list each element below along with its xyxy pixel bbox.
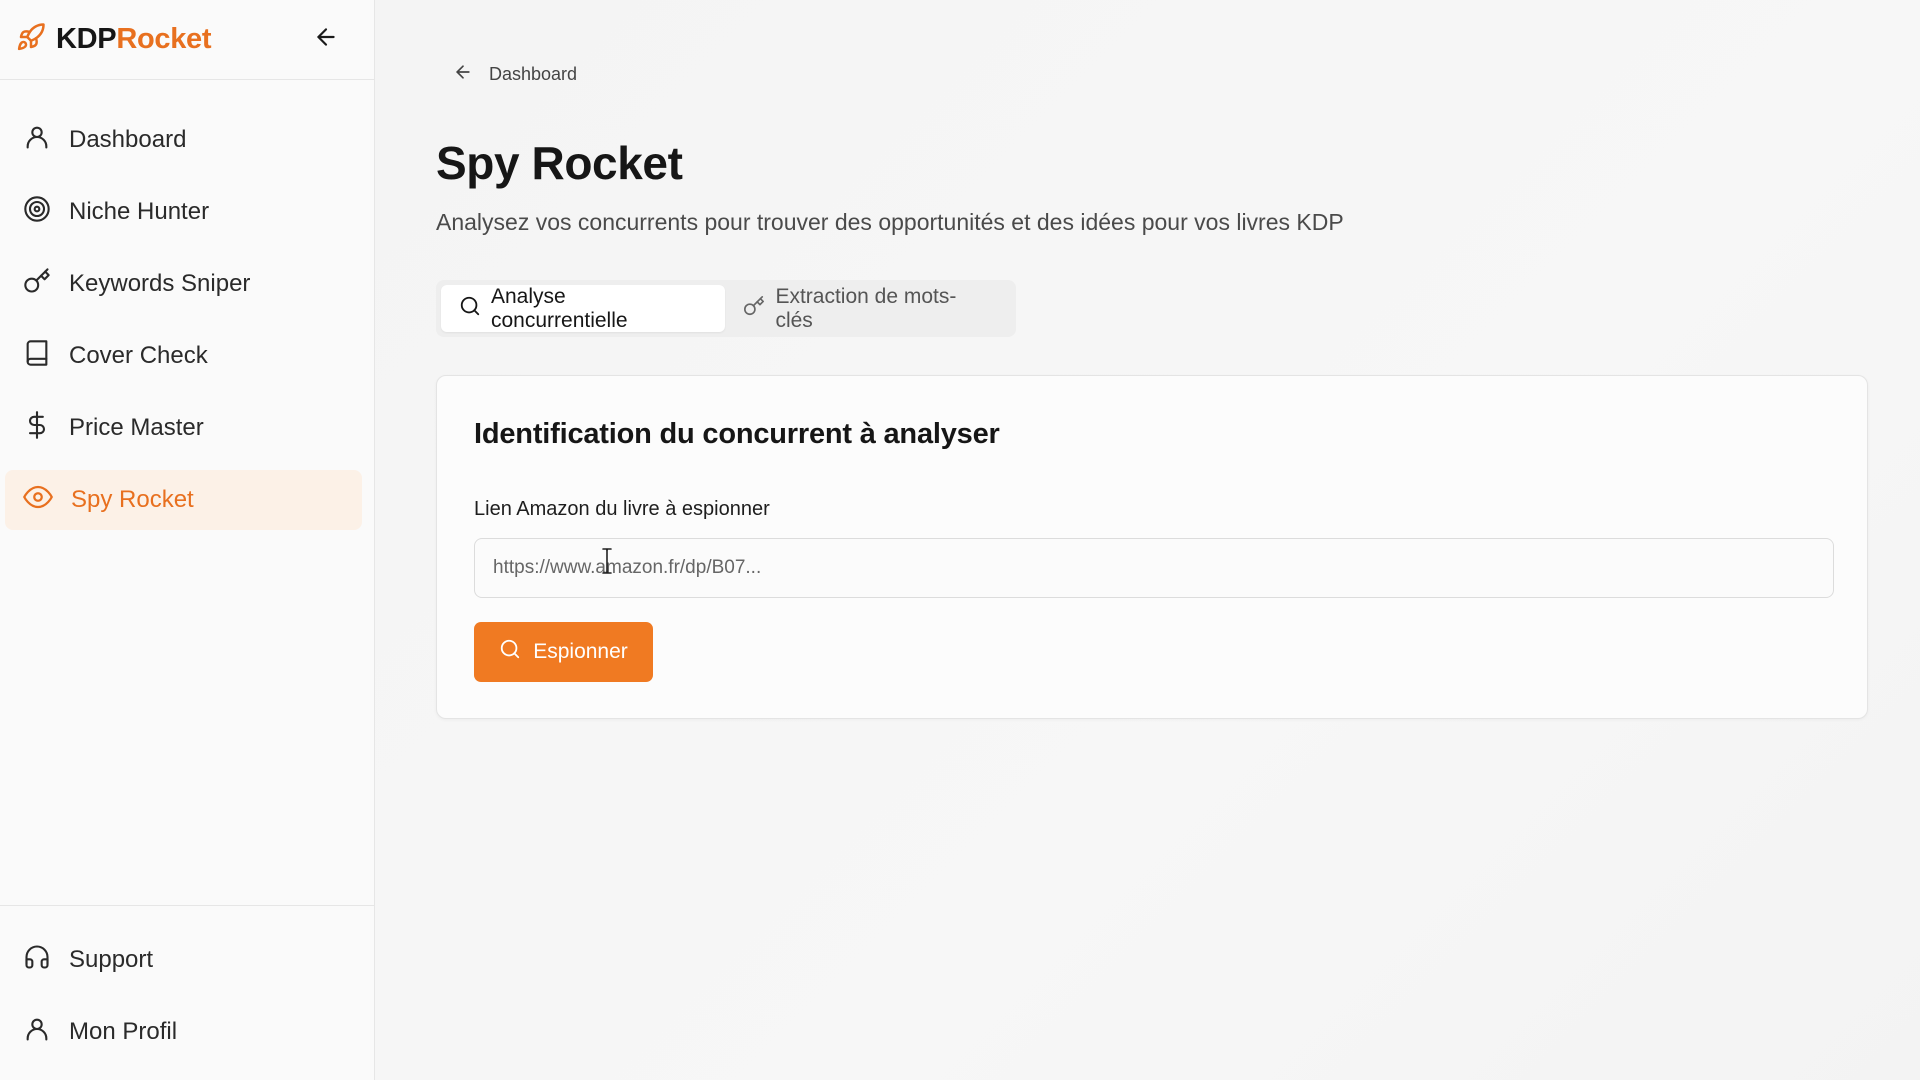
sidebar-nav: Dashboard Niche Hunter Keywords Sniper C… (0, 80, 374, 905)
sidebar-item-label: Spy Rocket (71, 486, 194, 513)
brand-header: KDPRocket (0, 0, 374, 80)
brand-logo[interactable]: KDPRocket (16, 22, 212, 57)
search-icon (499, 638, 521, 666)
user-icon (23, 123, 51, 158)
arrow-left-icon (313, 24, 339, 55)
sidebar-item-label: Dashboard (69, 126, 187, 153)
sidebar-item-support[interactable]: Support (5, 930, 362, 990)
tab-keyword-extraction[interactable]: Extraction de mots-clés (725, 285, 1011, 332)
search-icon (459, 295, 481, 323)
rocket-icon (16, 22, 46, 57)
sidebar-item-dashboard[interactable]: Dashboard (5, 110, 362, 170)
amazon-link-input[interactable] (474, 538, 1834, 598)
page-title: Spy Rocket (436, 137, 683, 189)
breadcrumb-label: Dashboard (489, 64, 578, 84)
breadcrumb[interactable]: Dashboard (453, 62, 577, 87)
headphones-icon (23, 943, 51, 978)
sidebar-item-cover-check[interactable]: Cover Check (5, 326, 362, 386)
sidebar-item-spy-rocket[interactable]: Spy Rocket (5, 470, 362, 530)
brand-name: KDPRocket (56, 23, 212, 55)
book-icon (23, 339, 51, 374)
sidebar-item-keywords-sniper[interactable]: Keywords Sniper (5, 254, 362, 314)
sidebar-item-profile[interactable]: Mon Profil (5, 1002, 362, 1062)
amazon-link-label: Lien Amazon du livre à espionner (474, 498, 770, 520)
sidebar-item-label: Mon Profil (69, 1018, 178, 1045)
spy-button[interactable]: Espionner (474, 622, 653, 682)
competitor-card: Identification du concurrent à analyser … (436, 375, 1868, 719)
main-content: Dashboard Spy Rocket Analysez vos concur… (375, 0, 1920, 1080)
sidebar-item-price-master[interactable]: Price Master (5, 398, 362, 458)
sidebar: KDPRocket Dashboard Niche Hunter Keyword… (0, 0, 375, 1080)
key-icon (23, 267, 51, 302)
spy-button-label: Espionner (533, 640, 628, 663)
sidebar-item-label: Price Master (69, 414, 204, 441)
eye-icon (23, 482, 53, 519)
sidebar-footer: Support Mon Profil (0, 905, 374, 1080)
tab-competitor-analysis[interactable]: Analyse concurrentielle (441, 284, 726, 332)
sidebar-item-niche-hunter[interactable]: Niche Hunter (5, 182, 362, 242)
page-subtitle: Analysez vos concurrents pour trouver de… (436, 209, 1344, 235)
sidebar-item-label: Keywords Sniper (69, 270, 251, 297)
sidebar-item-label: Cover Check (69, 342, 208, 369)
tab-list: Analyse concurrentielle Extraction de mo… (436, 280, 1016, 337)
target-icon (23, 195, 51, 230)
dollar-icon (23, 410, 51, 446)
tab-label: Analyse concurrentielle (491, 284, 628, 332)
collapse-sidebar-button[interactable] (308, 22, 344, 58)
sidebar-item-label: Niche Hunter (69, 198, 210, 225)
tab-label: Extraction de mots-clés (775, 284, 957, 332)
user-icon (23, 1015, 51, 1050)
key-icon (743, 295, 765, 323)
arrow-left-icon (453, 62, 473, 87)
app-root: KDPRocket Dashboard Niche Hunter Keyword… (0, 0, 1920, 1080)
sidebar-item-label: Support (69, 946, 154, 973)
card-title: Identification du concurrent à analyser (474, 418, 1000, 450)
